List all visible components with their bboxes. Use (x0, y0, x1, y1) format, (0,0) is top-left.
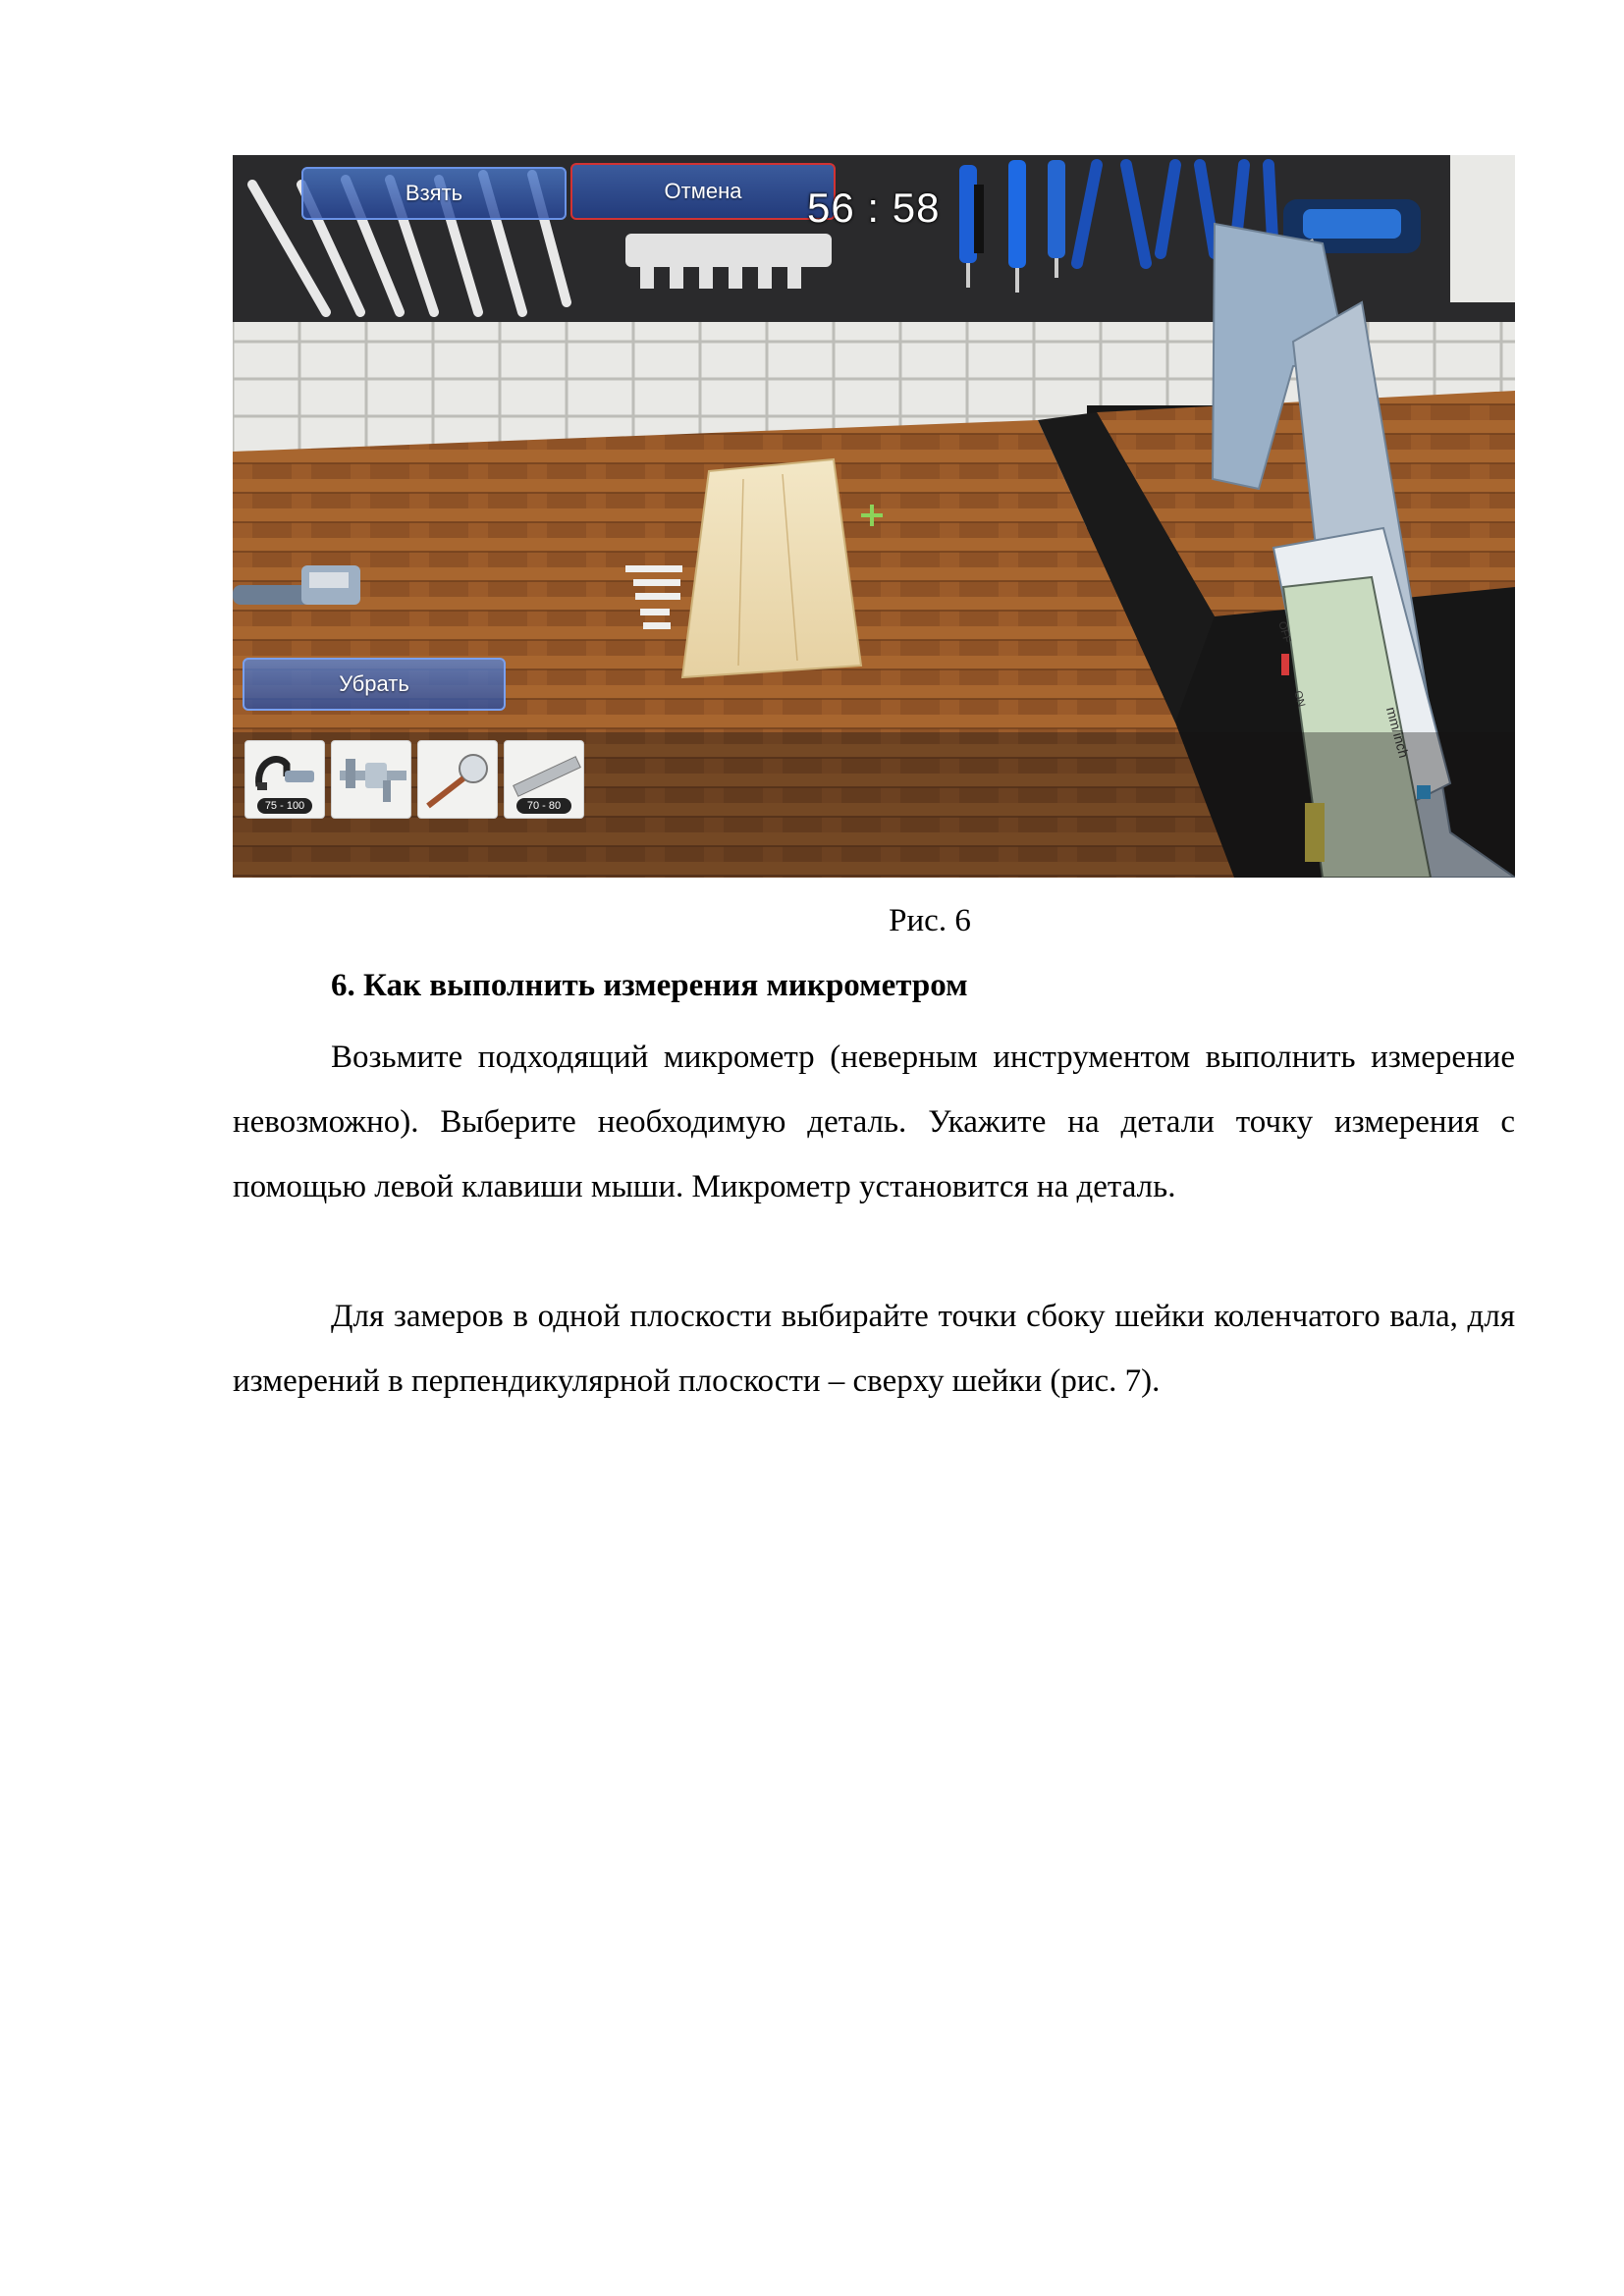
tool-range-badge: 70 - 80 (516, 798, 571, 814)
section-heading: 6. Как выполнить измерения микрометром (331, 968, 968, 1003)
screenshot-figure: OFF ON mm/inch Взять Отмена 56 : 58 Убра… (233, 155, 1515, 878)
cancel-button[interactable]: Отмена (570, 163, 836, 220)
tool-slot-bore-gauge[interactable] (417, 740, 498, 819)
tool-slot-ruler[interactable]: 70 - 80 (504, 740, 584, 819)
crosshair-icon (861, 505, 883, 526)
caliper-icon (340, 759, 406, 802)
tool-slot-caliper[interactable] (331, 740, 411, 819)
timer: 56 : 58 (807, 185, 941, 231)
take-button[interactable]: Взять (301, 167, 567, 220)
tool-toolbar: 75 - 100 70 - 80 (233, 732, 1515, 878)
tool-slot-micrometer[interactable]: 75 - 100 (244, 740, 325, 819)
bore-gauge-icon (426, 754, 488, 809)
paragraph: Возьмите подходящий микрометр (неверным … (233, 1040, 1515, 1204)
remove-button[interactable]: Убрать (243, 658, 506, 711)
figure-caption: Рис. 6 (889, 903, 971, 938)
tool-range-badge: 75 - 100 (257, 798, 312, 814)
paragraph: Для замеров в одной плоскости выбирайте … (233, 1299, 1515, 1399)
